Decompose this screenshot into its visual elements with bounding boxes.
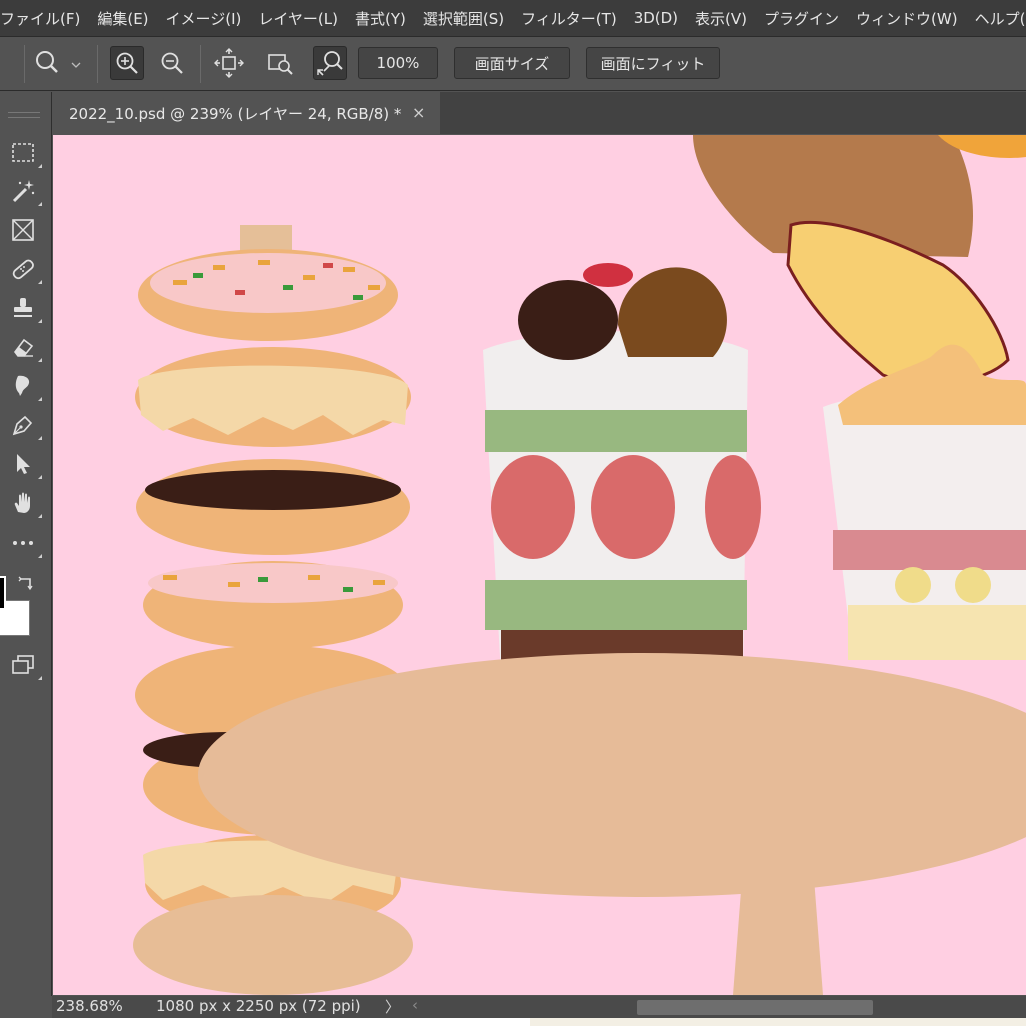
frame-tool[interactable] — [6, 213, 40, 247]
scrubby-zoom-button[interactable] — [313, 46, 347, 80]
clone-stamp-tool[interactable] — [6, 291, 42, 325]
tools-panel — [0, 92, 52, 996]
screen-mode-icon — [12, 655, 34, 674]
menu-select[interactable]: 選択範囲(S) — [415, 8, 513, 29]
zoom-out-icon — [161, 52, 183, 74]
edit-toolbar-button[interactable] — [6, 526, 42, 560]
magnifier-icon — [36, 51, 81, 73]
zoom-tool-preset-button[interactable] — [30, 46, 86, 80]
document-canvas[interactable] — [53, 135, 1026, 995]
menu-bar: ファイル(F) 編集(E) イメージ(I) レイヤー(L) 書式(Y) 選択範囲… — [0, 0, 1026, 36]
menu-layer[interactable]: レイヤー(L) — [250, 8, 347, 29]
rect-marquee-icon — [12, 143, 34, 162]
pen-tool[interactable] — [6, 408, 42, 442]
menu-filter[interactable]: フィルター(T) — [513, 8, 626, 29]
menu-type[interactable]: 書式(Y) — [347, 8, 415, 29]
zoom-level-readout[interactable]: 238.68% — [56, 997, 123, 1015]
document-tab-title: 2022_10.psd @ 239% (レイヤー 24, RGB/8) * — [69, 104, 402, 123]
marquee-tool[interactable] — [6, 136, 42, 170]
magic-wand-tool[interactable] — [6, 174, 42, 208]
eraser-icon — [14, 338, 34, 357]
smudge-icon — [15, 375, 30, 396]
options-divider — [97, 45, 98, 83]
fit-screen-button[interactable]: 画面にフィット — [586, 47, 720, 79]
zoom-percent-field[interactable]: 100% — [358, 47, 438, 79]
scrubby-zoom-icon — [317, 51, 343, 76]
arrow-pointer-icon — [17, 454, 30, 474]
frame-icon — [12, 219, 34, 241]
scroll-left-arrow-icon[interactable]: ‹ — [412, 996, 418, 1014]
menu-file[interactable]: ファイル(F) — [0, 8, 89, 29]
resize-window-button[interactable] — [212, 46, 246, 80]
artwork-image — [133, 135, 1026, 995]
color-swatches — [0, 566, 52, 640]
menu-3d[interactable]: 3D(D) — [626, 9, 687, 27]
zoom-all-windows-button[interactable] — [263, 46, 297, 80]
menu-window[interactable]: ウィンドウ(W) — [848, 8, 967, 29]
canvas-size-button[interactable]: 画面サイズ — [454, 47, 570, 79]
smudge-tool[interactable] — [6, 369, 42, 403]
close-tab-icon[interactable]: × — [412, 103, 425, 122]
menu-edit[interactable]: 編集(E) — [89, 8, 157, 29]
bandage-icon — [12, 259, 34, 280]
resize-windows-icon — [268, 54, 293, 75]
document-tab-bar: 2022_10.psd @ 239% (レイヤー 24, RGB/8) * × — [52, 92, 1026, 134]
status-menu-chevron-icon[interactable]: 〉 — [385, 996, 400, 1017]
more-dots-icon — [13, 541, 33, 545]
fit-window-icon — [214, 48, 244, 78]
hand-tool[interactable] — [6, 486, 42, 520]
document-tab[interactable]: 2022_10.psd @ 239% (レイヤー 24, RGB/8) * × — [52, 92, 440, 134]
screen-mode-button[interactable] — [6, 648, 42, 682]
pen-icon — [12, 415, 33, 436]
horizontal-scroll-thumb[interactable] — [637, 1000, 873, 1015]
zoom-in-button[interactable] — [110, 46, 144, 80]
zoom-out-button[interactable] — [155, 46, 189, 80]
horizontal-scrollbar[interactable] — [422, 1000, 1026, 1015]
path-selection-tool[interactable] — [6, 447, 42, 481]
menu-view[interactable]: 表示(V) — [687, 8, 756, 29]
panel-grip[interactable] — [8, 112, 40, 118]
eraser-tool[interactable] — [6, 330, 42, 364]
status-bar: 238.68% 1080 px x 2250 px (72 ppi) 〉 ‹ — [52, 996, 1026, 1018]
hand-icon — [14, 492, 30, 513]
swap-colors-icon[interactable] — [18, 574, 36, 592]
menu-plugins[interactable]: プラグイン — [756, 8, 848, 29]
document-size-info: 1080 px x 2250 px (72 ppi) — [156, 997, 361, 1015]
foreground-color-swatch[interactable] — [0, 576, 6, 610]
zoom-in-icon — [116, 52, 138, 74]
menu-help[interactable]: ヘルプ(H) — [967, 8, 1026, 29]
menu-image[interactable]: イメージ(I) — [158, 8, 251, 29]
magic-wand-icon — [12, 180, 35, 203]
stamp-icon — [14, 298, 32, 317]
options-divider — [24, 45, 25, 83]
options-bar: 100% 画面サイズ 画面にフィット — [0, 36, 1026, 91]
healing-brush-tool[interactable] — [6, 252, 42, 286]
bottom-edge — [0, 1018, 1026, 1026]
options-divider — [200, 45, 201, 83]
